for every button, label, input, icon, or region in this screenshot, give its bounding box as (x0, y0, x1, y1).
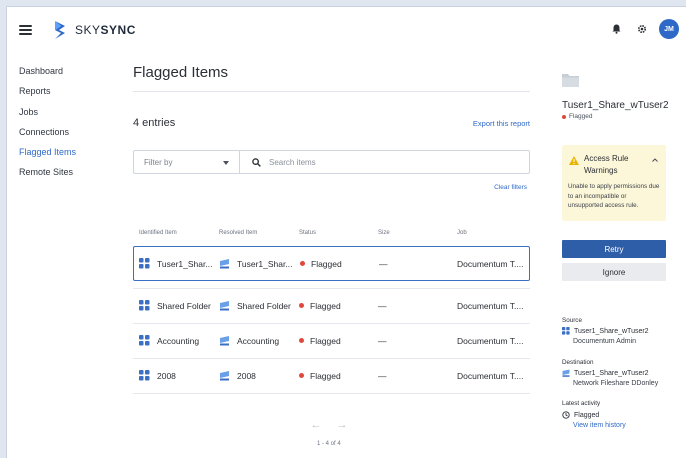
connection-icon (139, 370, 150, 381)
pagination: ← → (306, 416, 358, 434)
job: Documentum T.... (457, 300, 524, 311)
latest-activity-item: Flagged (562, 411, 599, 419)
chevron-up-icon[interactable] (652, 158, 658, 162)
resolved-item: Tuser1_Shar... (237, 258, 293, 269)
skysync-logo: SKYSYNC (51, 21, 136, 39)
job: Documentum T.... (457, 370, 524, 381)
access-rule-warning: Access Rule Warnings Unable to apply per… (562, 145, 666, 221)
sidebar-item-flagged-items[interactable]: Flagged Items (19, 142, 119, 162)
status: Flagged (310, 335, 341, 346)
flag-dot-icon (562, 114, 566, 119)
identified-item: Accounting (157, 335, 200, 346)
fileshare-icon (219, 335, 230, 346)
status: Flagged (310, 370, 341, 381)
column-header-size[interactable]: Size (378, 230, 390, 236)
size: — (378, 335, 387, 346)
ignore-button[interactable]: Ignore (562, 263, 666, 281)
sidebar-nav: Dashboard Reports Jobs Connections Flagg… (19, 61, 119, 183)
source-item: Tuser1_Share_wTuser2 (562, 327, 649, 335)
next-page-button[interactable]: → (332, 416, 352, 434)
filter-by-dropdown[interactable]: Filter by (134, 151, 240, 173)
app-window: SKYSYNC JM Dashboard Reports Jobs Connec… (6, 6, 686, 458)
sidebar-item-remote-sites[interactable]: Remote Sites (19, 162, 119, 182)
warning-icon (569, 156, 579, 165)
column-header-identified[interactable]: Identified Item (139, 230, 177, 236)
sidebar-item-connections[interactable]: Connections (19, 122, 119, 142)
column-header-job[interactable]: Job (457, 230, 467, 236)
view-history-link[interactable]: View item history (573, 422, 626, 429)
page-count: 1 - 4 of 4 (317, 441, 341, 447)
flag-dot-icon (299, 373, 304, 378)
entries-count: 4 entries (133, 117, 176, 129)
identified-item: 2008 (157, 370, 176, 381)
resolved-item: 2008 (237, 370, 256, 381)
flag-dot-icon (299, 338, 304, 343)
fileshare-icon (219, 258, 230, 269)
resolved-item: Shared Folder (237, 300, 291, 311)
detail-panel: Tuser1_Share_wTuser2 Flagged Access Rule… (562, 7, 686, 458)
table-row[interactable]: Accounting Accounting Flagged — Document… (133, 323, 530, 358)
size: — (379, 258, 388, 269)
sidebar-item-dashboard[interactable]: Dashboard (19, 61, 119, 81)
flag-dot-icon (299, 303, 304, 308)
size: — (378, 300, 387, 311)
detail-title: Tuser1_Share_wTuser2 (562, 100, 669, 111)
folder-icon (562, 74, 579, 87)
prev-page-button[interactable]: ← (306, 416, 326, 434)
latest-activity-label: Latest activity (562, 400, 601, 407)
clear-filters-link[interactable]: Clear filters (494, 184, 527, 191)
column-header-status[interactable]: Status (299, 230, 316, 236)
fileshare-icon (219, 300, 230, 311)
filter-by-label: Filter by (144, 157, 173, 167)
detail-status-label: Flagged (569, 113, 593, 120)
history-icon (562, 411, 570, 419)
destination-label: Destination (562, 359, 594, 366)
connection-icon (139, 335, 150, 346)
job: Documentum T.... (457, 258, 524, 269)
fileshare-icon (219, 370, 230, 381)
status: Flagged (311, 258, 342, 269)
sidebar-item-jobs[interactable]: Jobs (19, 102, 119, 122)
menu-icon[interactable] (19, 25, 32, 35)
resolved-item: Accounting (237, 335, 280, 346)
search-input[interactable] (269, 157, 469, 167)
connection-icon (139, 258, 150, 269)
logo-mark-icon (55, 21, 65, 39)
search-icon (252, 157, 261, 167)
activity-status: Flagged (574, 411, 600, 419)
connection-icon (139, 300, 150, 311)
fileshare-icon (562, 369, 570, 377)
table-header: Identified Item Resolved Item Status Siz… (133, 230, 530, 242)
size: — (378, 370, 387, 381)
job: Documentum T.... (457, 335, 524, 346)
source-connection: Documentum Admin (573, 338, 637, 345)
search-box[interactable] (240, 151, 529, 173)
table-row[interactable]: Shared Folder Shared Folder Flagged — Do… (133, 288, 530, 323)
destination-item: Tuser1_Share_wTuser2 (562, 369, 649, 377)
warning-text: Unable to apply permissions due to an in… (568, 183, 660, 209)
row-divider (133, 393, 530, 394)
flag-dot-icon (300, 261, 305, 266)
export-report-link[interactable]: Export this report (473, 119, 530, 128)
caret-down-icon (223, 161, 229, 165)
table-row[interactable]: 2008 2008 Flagged — Documentum T.... (133, 358, 530, 393)
destination-name: Tuser1_Share_wTuser2 (574, 369, 649, 377)
identified-item: Tuser1_Shar... (157, 258, 213, 269)
warning-title: Access Rule Warnings (584, 154, 629, 175)
connection-icon (562, 327, 570, 335)
brand-name: SKYSYNC (75, 23, 136, 37)
status: Flagged (310, 300, 341, 311)
source-name: Tuser1_Share_wTuser2 (574, 327, 649, 335)
title-divider (133, 91, 530, 92)
source-label: Source (562, 317, 582, 324)
destination-connection: Network Fileshare DDonley (573, 380, 659, 387)
column-header-resolved[interactable]: Resolved Item (219, 230, 257, 236)
identified-item: Shared Folder (157, 300, 211, 311)
page-title: Flagged Items (133, 64, 229, 81)
detail-status: Flagged (562, 113, 593, 120)
table-row[interactable]: Tuser1_Shar... Tuser1_Shar... Flagged — … (133, 246, 530, 281)
filter-search-bar: Filter by (133, 150, 530, 174)
sidebar-item-reports[interactable]: Reports (19, 81, 119, 101)
retry-button[interactable]: Retry (562, 240, 666, 258)
